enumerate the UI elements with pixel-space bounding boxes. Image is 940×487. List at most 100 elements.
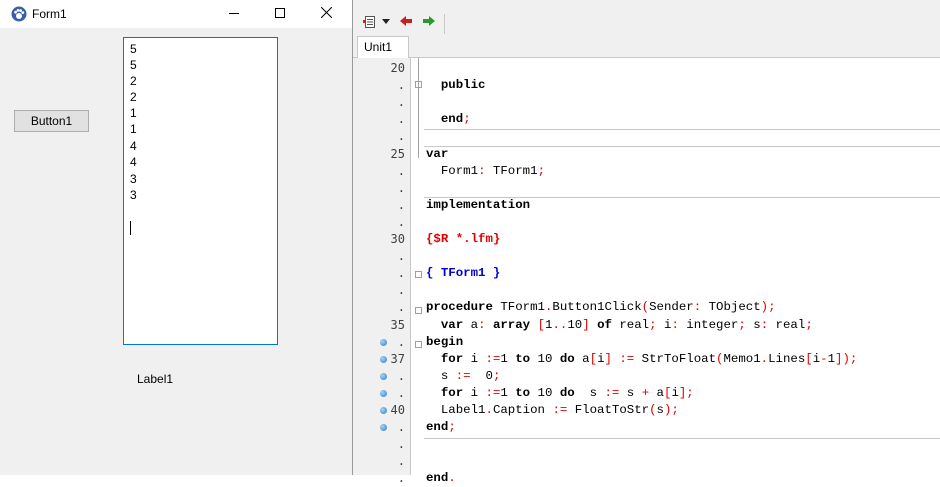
- code-token: { TForm1 }: [426, 266, 501, 280]
- maximize-button[interactable]: [257, 0, 303, 28]
- code-token: ;: [492, 369, 501, 383]
- section-separator: [424, 129, 940, 130]
- code-token: [: [537, 318, 545, 332]
- memo-line: 3: [130, 172, 137, 186]
- breakpoint-dot-icon[interactable]: [380, 407, 387, 414]
- code-line: for i :=1 to 10 do s := s + a[i];: [426, 385, 694, 402]
- minimize-button[interactable]: [211, 0, 257, 28]
- line-number: .: [397, 198, 405, 212]
- line-number: .: [397, 266, 405, 280]
- code-token: Sender: [649, 300, 694, 314]
- code-token: a: [574, 352, 590, 366]
- line-number: .: [397, 471, 405, 485]
- code-token: ;: [738, 318, 746, 332]
- code-token: s: [426, 369, 456, 383]
- breakpoint-dot-icon[interactable]: [380, 373, 387, 380]
- lazarus-paw-icon: [11, 6, 27, 22]
- code-token: StrToFloat: [634, 352, 717, 366]
- code-token: TForm1: [485, 164, 538, 178]
- line-number: .: [397, 129, 405, 143]
- editor-tab-bar: Unit1: [353, 36, 940, 58]
- code-token: :=: [455, 369, 471, 383]
- code-token: (: [641, 300, 650, 314]
- breakpoint-dot-icon[interactable]: [380, 356, 387, 363]
- breakpoint-dot-icon[interactable]: [380, 339, 387, 346]
- editor-gutter[interactable]: 20.... 25.... 30.... 35. 37.. 40....: [353, 58, 411, 485]
- code-line: implementation: [426, 197, 530, 214]
- toolbar-separator: [444, 14, 445, 34]
- code-token: Button1Click: [552, 300, 642, 314]
- memo1-textbox[interactable]: 5 5 2 2 1 1 4 4 3 3: [123, 37, 278, 345]
- code-token: integer: [678, 318, 739, 332]
- maximize-icon: [275, 5, 285, 23]
- fold-toggle-icon[interactable]: [415, 341, 422, 348]
- tab-unit1[interactable]: Unit1: [357, 36, 409, 58]
- source-editor-window: Unit1 20.... 25.... 30.... 35. 37.. 40.... pu…: [353, 0, 940, 485]
- code-token: i: [656, 318, 672, 332]
- code-token: 10: [530, 386, 560, 400]
- form1-titlebar[interactable]: Form1: [0, 0, 352, 28]
- code-token: 1: [500, 386, 516, 400]
- code-token: to: [515, 352, 531, 366]
- line-number: .: [397, 300, 405, 314]
- code-token: Label1: [426, 403, 486, 417]
- unit-list-icon[interactable]: [363, 15, 377, 29]
- code-token: :=: [604, 386, 620, 400]
- fold-guide: [418, 88, 419, 158]
- fold-toggle-icon[interactable]: [415, 307, 422, 314]
- code-token: 10: [567, 318, 583, 332]
- code-token: of: [597, 318, 612, 332]
- code-token: for: [440, 386, 464, 400]
- code-token: array: [492, 318, 531, 332]
- code-token: ]: [604, 352, 612, 366]
- jump-back-icon[interactable]: [400, 15, 412, 27]
- button1[interactable]: Button1: [14, 110, 89, 132]
- code-token: ]);: [835, 352, 858, 366]
- text-caret: [130, 221, 131, 235]
- line-number: .: [397, 335, 405, 349]
- code-token: ..: [552, 318, 568, 332]
- code-token: s: [656, 403, 664, 417]
- code-token: TForm1: [492, 300, 545, 314]
- line-number: 20: [390, 61, 405, 75]
- close-button[interactable]: [303, 0, 349, 28]
- code-token: for: [440, 352, 464, 366]
- code-token: Memo1: [723, 352, 761, 366]
- line-number: .: [397, 454, 405, 468]
- code-token: {$R *.lfm}: [426, 232, 501, 246]
- code-token: ]: [582, 318, 590, 332]
- code-token: (: [649, 403, 657, 417]
- code-token: .: [448, 471, 456, 485]
- memo-line: 5: [130, 58, 137, 72]
- dropdown-arrow-icon[interactable]: [382, 19, 390, 25]
- minimize-icon: [229, 5, 239, 23]
- code-line: begin: [426, 334, 463, 351]
- breakpoint-dot-icon[interactable]: [380, 424, 387, 431]
- code-token: -: [820, 352, 828, 366]
- line-number: .: [397, 95, 405, 109]
- code-token: :: [760, 318, 769, 332]
- code-token: [: [805, 352, 813, 366]
- line-number: 37: [390, 352, 405, 366]
- code-token: :=: [619, 352, 635, 366]
- code-token: ];: [678, 386, 694, 400]
- jump-forward-icon[interactable]: [423, 15, 435, 27]
- code-token: :=: [485, 352, 501, 366]
- code-token: :: [478, 164, 486, 178]
- code-line: Form1: TForm1;: [426, 163, 545, 180]
- code-line: s := 0;: [426, 368, 501, 385]
- code-token: var: [426, 147, 449, 161]
- code-editor[interactable]: public end; var Form1: TForm1; implementat…: [411, 58, 940, 485]
- code-token: begin: [426, 335, 464, 349]
- code-token: end: [440, 112, 464, 126]
- fold-toggle-icon[interactable]: [415, 271, 422, 278]
- memo-line: 5: [130, 42, 137, 56]
- code-token: Lines: [768, 352, 806, 366]
- code-line: end;: [426, 419, 456, 436]
- memo-line: 4: [130, 139, 137, 153]
- code-line: { TForm1 }: [426, 265, 500, 282]
- line-number: .: [397, 164, 405, 178]
- breakpoint-dot-icon[interactable]: [380, 390, 387, 397]
- code-token: s: [619, 386, 642, 400]
